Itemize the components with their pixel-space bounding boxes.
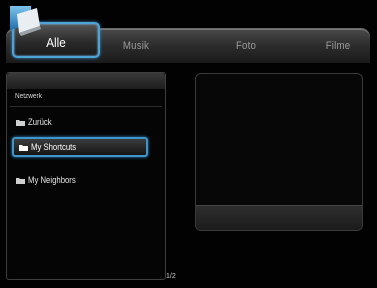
page-number: 1/2: [166, 273, 176, 280]
tab-musik[interactable]: Musik: [110, 37, 163, 55]
list-item-label: Zurück: [28, 117, 52, 127]
folder-logo-icon: [10, 6, 41, 36]
media-browser-screen: Musik Foto Filme Alle Netzwerk Zurück My…: [0, 0, 377, 288]
divider: [10, 106, 162, 107]
list-item-label: My Shortcuts: [31, 142, 77, 152]
tab-filme[interactable]: Filme: [312, 37, 365, 55]
list-item-my-neighbors[interactable]: My Neighbors: [16, 173, 84, 187]
folder-icon: [19, 144, 28, 151]
list-item-zurueck[interactable]: Zurück: [16, 115, 56, 129]
breadcrumb: Netzwerk: [15, 93, 42, 100]
preview-panel: [195, 73, 363, 231]
preview-info-bar: [196, 205, 362, 230]
list-item-my-shortcuts[interactable]: My Shortcuts: [12, 137, 148, 157]
list-item-label: My Neighbors: [28, 175, 76, 185]
file-browser-header: [7, 73, 165, 89]
tab-foto[interactable]: Foto: [220, 37, 273, 55]
file-browser-panel: Netzwerk Zurück My Neighbors: [6, 72, 166, 280]
folder-icon: [16, 119, 25, 126]
folder-icon: [16, 177, 25, 184]
